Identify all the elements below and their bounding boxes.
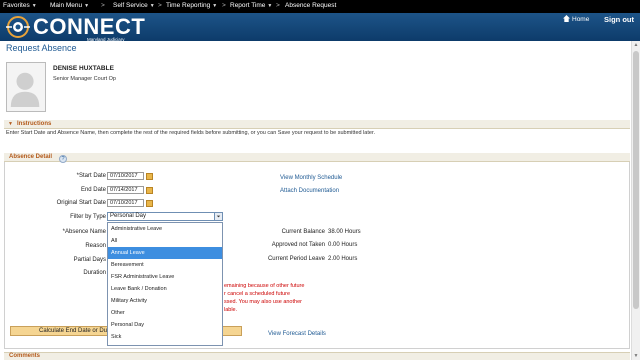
warning-text: emaining because of other future <box>224 283 305 289</box>
absence-detail-header: Absence Detail <box>4 153 630 162</box>
chevron-down-icon[interactable] <box>214 213 222 220</box>
person-silhouette-icon <box>10 72 40 107</box>
nav-report-time-label: Report Time <box>230 2 266 9</box>
warning-text: lable. <box>224 307 238 313</box>
brand-header: CONNECT Maryland Judiciary Home Sign out <box>0 13 640 42</box>
collapse-triangle-icon: ▼ <box>8 121 13 127</box>
dropdown-option-selected[interactable]: Annual Leave <box>108 247 222 259</box>
instructions-header[interactable]: ▼ Instructions <box>4 120 630 129</box>
dropdown-option[interactable]: Administrative Leave <box>108 223 222 235</box>
dropdown-option[interactable]: Other <box>108 307 222 319</box>
nav-absence-request[interactable]: Absence Request <box>285 2 336 9</box>
original-start-date-field[interactable]: 07/10/2017 <box>107 199 144 207</box>
nav-self-service[interactable]: Self Service ▼ <box>113 2 155 9</box>
instructions-text: Enter Start Date and Absence Name, then … <box>6 130 376 136</box>
end-date-label: End Date <box>80 187 106 193</box>
partial-days-label: Partial Days <box>73 257 106 263</box>
home-link-label: Home <box>572 16 590 23</box>
current-period-leave-value: 2.00 Hours <box>328 256 358 262</box>
chevron-down-icon: ▼ <box>212 3 218 9</box>
filter-type-value: Personal Day <box>110 213 147 219</box>
warning-text: r cancel a scheduled future <box>224 291 291 297</box>
top-nav-bar: Favorites ▼ Main Menu ▼ > Self Service ▼ > … <box>0 0 640 13</box>
current-balance-label: Current Balance <box>281 229 325 235</box>
filter-type-label: Filter by Type <box>70 214 106 220</box>
chevron-down-icon: ▼ <box>31 3 37 9</box>
dropdown-option[interactable]: Sick <box>108 331 222 343</box>
dropdown-option[interactable]: Bereavement <box>108 259 222 271</box>
nav-main-menu[interactable]: Main Menu ▼ <box>50 2 89 9</box>
original-start-date-label: Original Start Date <box>56 200 106 206</box>
nav-time-reporting[interactable]: Time Reporting ▼ <box>166 2 217 9</box>
instructions-title: Instructions <box>17 121 52 127</box>
absence-detail-panel <box>4 153 630 349</box>
avatar <box>6 62 46 112</box>
calendar-icon[interactable] <box>146 173 153 180</box>
calendar-icon[interactable] <box>146 187 153 194</box>
nav-separator: > <box>276 2 280 9</box>
absence-detail-title: Absence Detail <box>9 154 53 160</box>
page-title: Request Absence <box>6 43 77 53</box>
scroll-down-icon[interactable]: ▼ <box>633 353 639 359</box>
nav-favorites[interactable]: Favorites ▼ <box>3 2 37 9</box>
start-date-label: *Start Date <box>76 173 106 179</box>
logo-subtitle: Maryland Judiciary <box>87 37 125 42</box>
view-forecast-details-link[interactable]: View Forecast Details <box>268 331 326 337</box>
nav-separator: > <box>158 2 162 9</box>
approved-not-taken-value: 0.00 Hours <box>328 242 358 248</box>
approved-not-taken-label: Approved not Taken <box>271 242 325 248</box>
warning-text: ssed. You may also use another <box>224 299 302 305</box>
connect-logo-icon <box>6 16 30 38</box>
dropdown-option[interactable]: Military Activity <box>108 295 222 307</box>
vertical-scrollbar[interactable]: ▲ ▼ <box>631 41 640 360</box>
duration-label: Duration <box>83 270 106 276</box>
employee-name: DENISE HUXTABLE <box>53 65 114 72</box>
chevron-down-icon: ▼ <box>84 3 90 9</box>
end-date-field[interactable]: 07/14/2017 <box>107 186 144 194</box>
dropdown-option[interactable]: FSR Administrative Leave <box>108 271 222 283</box>
comments-title: Comments <box>9 353 41 359</box>
chevron-down-icon: ▼ <box>267 3 273 9</box>
nav-separator: > <box>222 2 226 9</box>
home-link[interactable]: Home <box>563 15 589 23</box>
scrollbar-thumb[interactable] <box>633 51 639 309</box>
dropdown-option[interactable]: Personal Day <box>108 319 222 331</box>
home-icon <box>563 15 570 22</box>
help-icon[interactable]: ? <box>59 155 67 163</box>
view-monthly-schedule-link[interactable]: View Monthly Schedule <box>280 175 342 181</box>
absence-name-label: *Absence Name <box>62 229 106 235</box>
nav-report-time[interactable]: Report Time ▼ <box>230 2 272 9</box>
dropdown-option[interactable]: Leave Bank / Donation <box>108 283 222 295</box>
reason-label: Reason <box>85 243 106 249</box>
attach-documentation-link[interactable]: Attach Documentation <box>280 188 339 194</box>
current-balance-value: 38.00 Hours <box>328 229 361 235</box>
nav-self-service-label: Self Service <box>113 2 148 9</box>
current-period-leave-label: Current Period Leave <box>267 256 325 262</box>
absence-type-dropdown-list: Administrative Leave All Annual Leave Be… <box>107 222 223 346</box>
nav-time-reporting-label: Time Reporting <box>166 2 211 9</box>
start-date-field[interactable]: 07/10/2017 <box>107 172 144 180</box>
scroll-up-icon[interactable]: ▲ <box>633 42 639 48</box>
chevron-down-icon: ▼ <box>149 3 155 9</box>
nav-separator: > <box>101 2 105 9</box>
comments-header: Comments <box>4 352 630 360</box>
calendar-icon[interactable] <box>146 200 153 207</box>
dropdown-option[interactable]: All <box>108 235 222 247</box>
employee-title: Senior Manager Court Op <box>53 76 116 82</box>
nav-main-menu-label: Main Menu <box>50 2 83 9</box>
filter-type-select[interactable]: Personal Day <box>107 212 223 221</box>
signout-link[interactable]: Sign out <box>604 15 634 24</box>
nav-favorites-label: Favorites <box>3 2 30 9</box>
